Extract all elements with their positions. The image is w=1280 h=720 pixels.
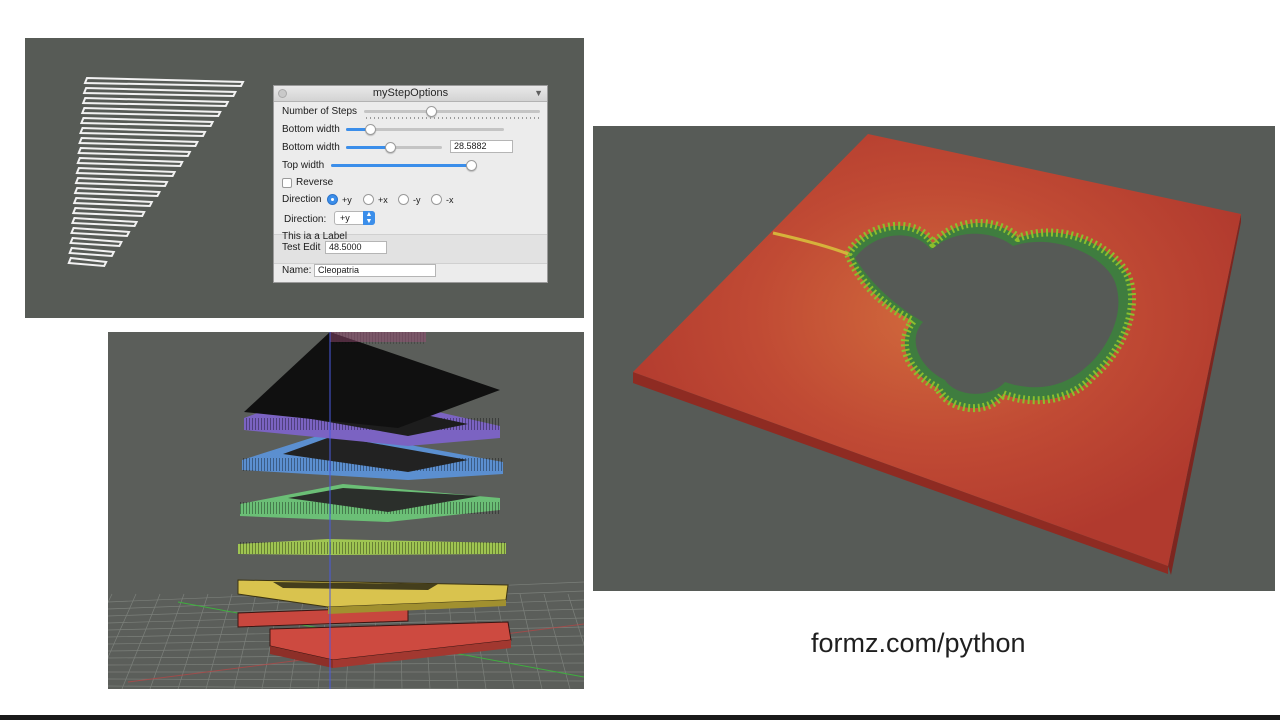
- test-edit-field[interactable]: 48.5000: [325, 241, 387, 254]
- grid-line: [519, 593, 543, 689]
- stacked-layers-viewport: [108, 332, 584, 689]
- step-outline: [76, 156, 184, 168]
- direction-option-minus-y: -y: [413, 195, 421, 205]
- grid-line: [108, 593, 113, 604]
- url-caption: formz.com/python: [811, 628, 1026, 658]
- dialog-title: myStepOptions: [372, 87, 449, 99]
- top-width-knob[interactable]: [466, 160, 477, 171]
- dialog-titlebar[interactable]: myStepOptions ▼: [274, 86, 547, 102]
- reverse-checkbox[interactable]: [282, 178, 292, 188]
- top-width-slider[interactable]: [331, 160, 477, 171]
- bottom-width-slider-2[interactable]: [346, 142, 442, 153]
- close-dot-icon[interactable]: [278, 89, 287, 98]
- direction-radio-plus-y[interactable]: [327, 194, 338, 205]
- red-layer: [237, 606, 512, 668]
- stacked-layers-render: [108, 332, 584, 689]
- group-box: This ia a Label Test Edit 48.5000: [274, 231, 547, 264]
- step-outline: [78, 136, 199, 148]
- up-down-arrows-icon: ▲ ▼: [363, 211, 375, 225]
- bottom-width-label: Bottom width: [282, 124, 340, 135]
- triangle-down-icon[interactable]: ▼: [534, 86, 543, 101]
- slider-ticks: [366, 117, 540, 119]
- step-options-dialog[interactable]: myStepOptions ▼ Number of Steps Bottom w…: [273, 85, 548, 283]
- step-options-viewport: myStepOptions ▼ Number of Steps Bottom w…: [25, 38, 584, 318]
- yellow-layer: [237, 579, 509, 614]
- direction-option-minus-x: -x: [446, 195, 454, 205]
- grid-line: [149, 593, 185, 689]
- top-width-fill: [331, 164, 471, 167]
- direction-label: Direction: [282, 194, 322, 205]
- step-outline: [70, 226, 131, 238]
- number-of-steps-knob[interactable]: [425, 106, 437, 117]
- direction-radio-minus-x[interactable]: [431, 194, 442, 205]
- lime-layer: [238, 539, 506, 555]
- step-outline: [67, 256, 108, 268]
- direction-option-plus-y: +y: [342, 195, 352, 205]
- step-outline: [73, 186, 161, 198]
- step-outline: [71, 206, 146, 218]
- step-outline: [79, 126, 207, 138]
- reverse-label: Reverse: [296, 177, 334, 188]
- bottom-width-label-2: Bottom width: [282, 142, 340, 153]
- top-width-label: Top width: [282, 160, 325, 171]
- bottom-width-knob[interactable]: [364, 124, 376, 135]
- step-outline: [82, 86, 237, 98]
- bottom-width-knob-2[interactable]: [385, 142, 397, 153]
- top-layer: [244, 332, 500, 428]
- step-outline: [83, 76, 245, 88]
- step-outline: [75, 166, 177, 178]
- direction-option-plus-x: +x: [378, 195, 388, 205]
- direction-popup[interactable]: +y ▲ ▼: [334, 211, 375, 225]
- step-outline: [77, 146, 192, 158]
- mandelbrot-viewport: [593, 126, 1275, 591]
- mandelbrot-terrain-render: [633, 134, 1241, 575]
- bottom-bar: [0, 715, 1280, 720]
- name-field[interactable]: Cleopatria: [314, 264, 436, 277]
- bottom-width-fill-2: [346, 146, 391, 149]
- name-label: Name:: [282, 265, 312, 276]
- step-outline: [69, 236, 123, 248]
- direction-radio-plus-x[interactable]: [363, 194, 374, 205]
- number-of-steps-label: Number of Steps: [282, 106, 358, 117]
- direction-popup-value: +y: [340, 213, 350, 223]
- step-outline: [72, 196, 154, 208]
- step-outline: [79, 116, 215, 128]
- bottom-width-value-field[interactable]: 28.5882: [450, 140, 513, 153]
- direction-radio-minus-y[interactable]: [398, 194, 409, 205]
- number-of-steps-slider[interactable]: [364, 106, 540, 117]
- test-edit-label: Test Edit: [282, 242, 321, 253]
- green-layer: [240, 484, 500, 522]
- step-outline: [68, 246, 116, 258]
- bottom-width-slider[interactable]: [346, 124, 504, 135]
- step-outline: [70, 216, 139, 228]
- step-outline: [80, 106, 222, 118]
- direction-popup-label: Direction:: [284, 214, 327, 225]
- step-outline: [81, 96, 230, 108]
- step-outline: [74, 176, 169, 188]
- grid-line: [543, 593, 571, 689]
